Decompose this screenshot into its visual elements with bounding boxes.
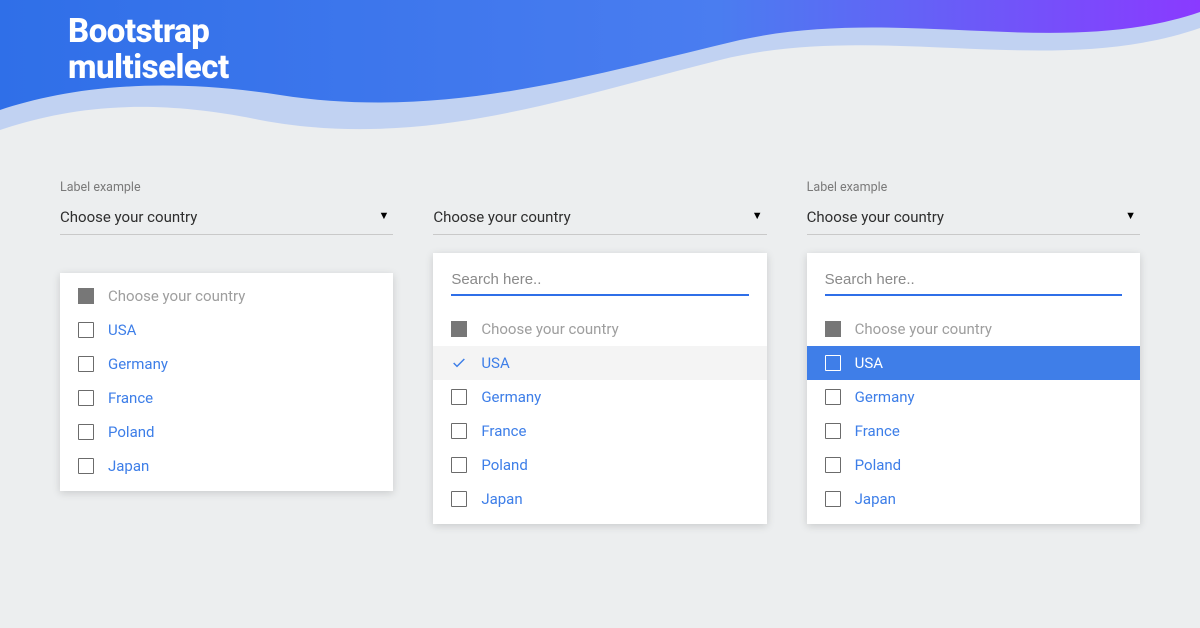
- option-label: USA: [108, 321, 136, 339]
- option-label: Japan: [108, 457, 149, 475]
- chevron-down-icon: ▼: [752, 209, 763, 222]
- checkbox-icon: [451, 491, 467, 507]
- option-label: Germany: [481, 388, 541, 406]
- checkbox-icon: [451, 457, 467, 473]
- page-title: Bootstrap multiselect: [68, 14, 229, 87]
- option-label: Poland: [855, 456, 901, 474]
- select-header[interactable]: Choose your country ▼: [433, 201, 766, 235]
- examples-row: Label example Choose your country ▼ Choo…: [60, 180, 1140, 524]
- option-usa[interactable]: USA: [807, 346, 1140, 380]
- field-label: Label example: [60, 180, 393, 195]
- page-header: Bootstrap multiselect: [0, 0, 1200, 160]
- checkbox-icon: [451, 389, 467, 405]
- select-all-option[interactable]: Choose your country: [433, 306, 766, 346]
- option-poland[interactable]: Poland: [60, 415, 393, 449]
- option-poland[interactable]: Poland: [433, 448, 766, 482]
- chevron-down-icon: ▼: [378, 209, 389, 222]
- option-germany[interactable]: Germany: [60, 347, 393, 381]
- group-header-label: Choose your country: [481, 320, 618, 338]
- select-all-icon: [451, 321, 467, 337]
- select-placeholder: Choose your country: [433, 208, 570, 226]
- option-japan[interactable]: Japan: [807, 482, 1140, 516]
- option-germany[interactable]: Germany: [433, 380, 766, 414]
- option-label: Poland: [108, 423, 154, 441]
- check-icon: [451, 355, 467, 371]
- select-all-icon: [78, 288, 94, 304]
- option-label: USA: [481, 354, 509, 372]
- page-title-line1: Bootstrap: [68, 12, 209, 51]
- checkbox-icon: [78, 390, 94, 406]
- search-input[interactable]: [825, 269, 1122, 296]
- checkbox-icon: [825, 389, 841, 405]
- example-basic: Label example Choose your country ▼ Choo…: [60, 180, 393, 524]
- checkbox-icon: [78, 424, 94, 440]
- group-header-label: Choose your country: [855, 320, 992, 338]
- option-usa[interactable]: USA: [60, 313, 393, 347]
- option-usa[interactable]: USA: [433, 346, 766, 380]
- option-france[interactable]: France: [433, 414, 766, 448]
- checkbox-icon: [78, 458, 94, 474]
- option-label: USA: [855, 354, 883, 372]
- chevron-down-icon: ▼: [1125, 209, 1136, 222]
- field-label: Label example: [807, 180, 1140, 195]
- select-all-option[interactable]: Choose your country: [60, 273, 393, 313]
- option-france[interactable]: France: [60, 381, 393, 415]
- select-header[interactable]: Choose your country ▼: [60, 201, 393, 235]
- option-label: Germany: [855, 388, 915, 406]
- search-wrap: [807, 253, 1140, 306]
- option-label: France: [855, 422, 900, 440]
- example-search-selected: Label example Choose your country ▼ Choo…: [433, 180, 766, 524]
- checkbox-icon: [825, 423, 841, 439]
- checkbox-icon: [78, 356, 94, 372]
- option-france[interactable]: France: [807, 414, 1140, 448]
- checkbox-icon: [825, 457, 841, 473]
- example-search-highlight: Label example Choose your country ▼ Choo…: [807, 180, 1140, 524]
- option-label: Japan: [481, 490, 522, 508]
- option-germany[interactable]: Germany: [807, 380, 1140, 414]
- select-placeholder: Choose your country: [60, 208, 197, 226]
- select-all-option[interactable]: Choose your country: [807, 306, 1140, 346]
- search-wrap: [433, 253, 766, 306]
- page-title-line2: multiselect: [68, 48, 229, 87]
- option-label: France: [481, 422, 526, 440]
- select-all-icon: [825, 321, 841, 337]
- option-label: Japan: [855, 490, 896, 508]
- group-header-label: Choose your country: [108, 287, 245, 305]
- option-japan[interactable]: Japan: [433, 482, 766, 516]
- option-label: Poland: [481, 456, 527, 474]
- option-label: Germany: [108, 355, 168, 373]
- checkbox-icon: [451, 423, 467, 439]
- dropdown-panel: Choose your country USA Germany France P…: [807, 253, 1140, 524]
- option-label: France: [108, 389, 153, 407]
- dropdown-panel: Choose your country USA Germany France P…: [433, 253, 766, 524]
- select-header[interactable]: Choose your country ▼: [807, 201, 1140, 235]
- search-input[interactable]: [451, 269, 748, 296]
- checkbox-icon: [825, 491, 841, 507]
- checkbox-icon: [78, 322, 94, 338]
- select-placeholder: Choose your country: [807, 208, 944, 226]
- checkbox-icon: [825, 355, 841, 371]
- dropdown-panel: Choose your country USA Germany France P…: [60, 273, 393, 491]
- option-japan[interactable]: Japan: [60, 449, 393, 483]
- option-poland[interactable]: Poland: [807, 448, 1140, 482]
